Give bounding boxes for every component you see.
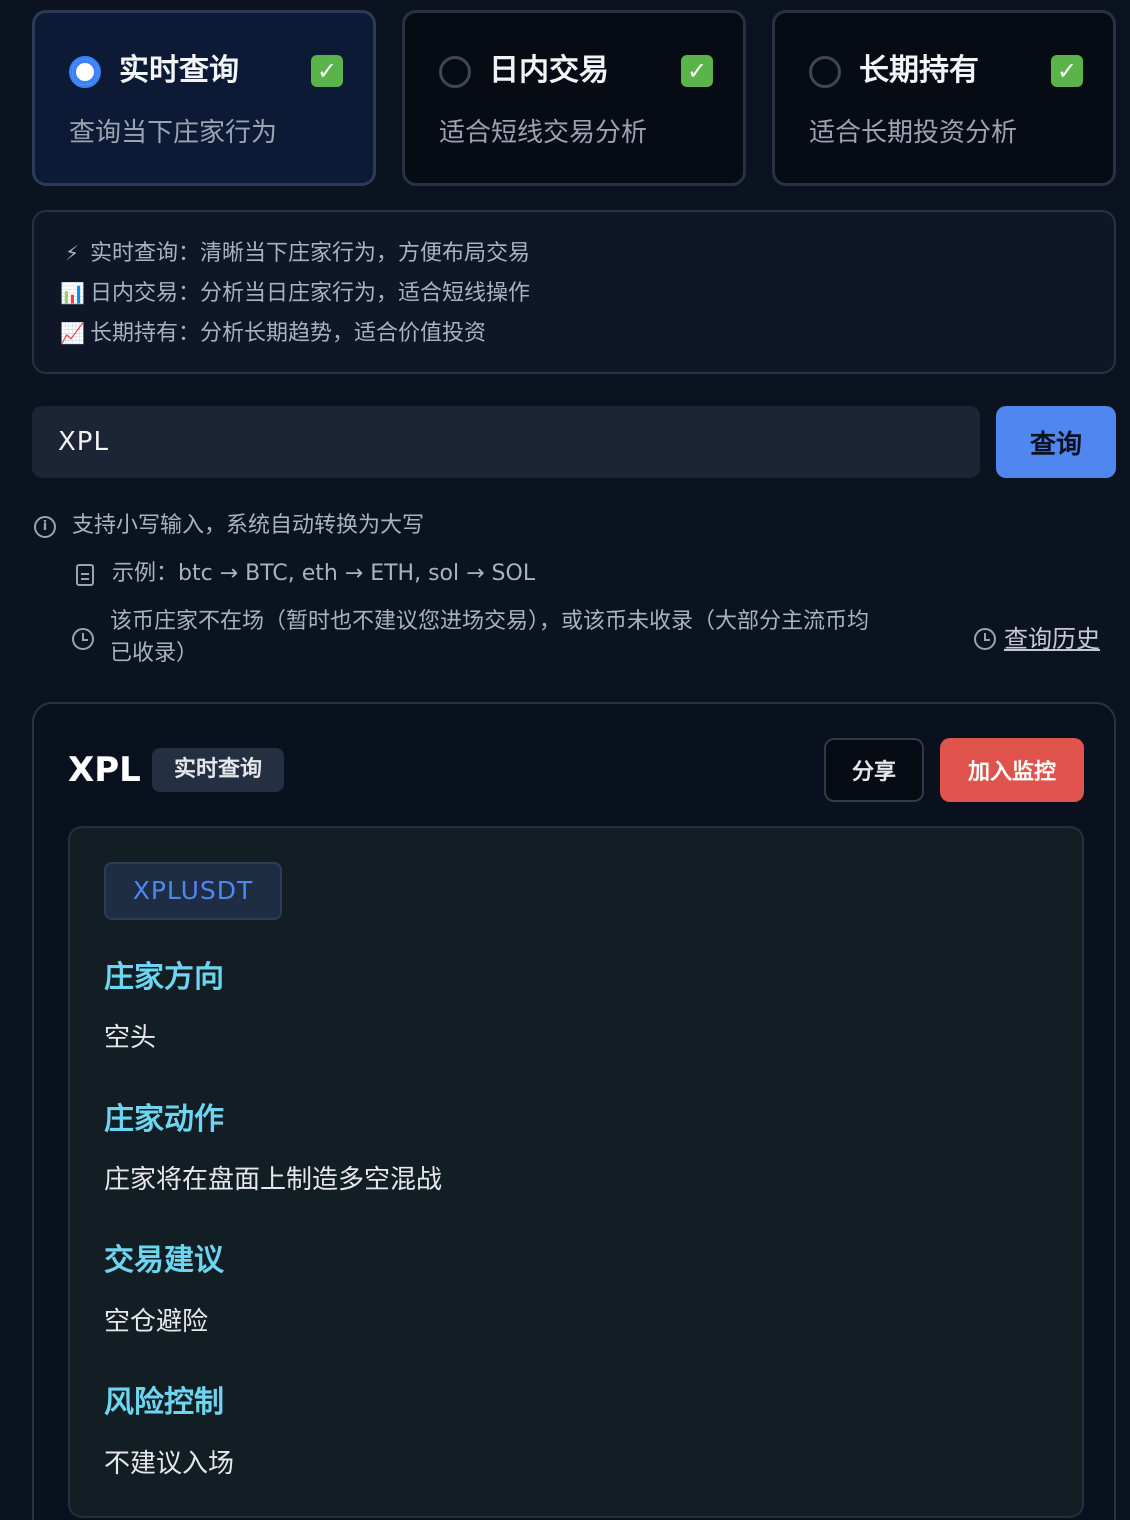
radio-unselected-icon[interactable] — [809, 56, 841, 88]
share-button[interactable]: 分享 — [824, 738, 924, 802]
bar-chart-icon: 📊 — [60, 281, 85, 305]
lightning-icon: ⚡ — [64, 241, 80, 265]
hint-lowercase: 支持小写输入，系统自动转换为大写 — [72, 513, 425, 538]
info-text: 长期持有：分析长期趋势，适合价值投资 — [90, 321, 487, 346]
clock-icon — [72, 628, 94, 650]
info-line-realtime: ⚡ 实时查询：清晰当下庄家行为，方便布局交易 — [60, 238, 530, 269]
check-icon: ✓ — [1051, 55, 1083, 87]
mode-selector: 实时查询 ✓ 查询当下庄家行为 日内交易 ✓ 适合短线交易分析 长期持有 ✓ 适… — [32, 10, 1116, 186]
info-text: 实时查询：清晰当下庄家行为，方便布局交易 — [90, 241, 531, 266]
mode-desc: 查询当下庄家行为 — [69, 118, 278, 148]
section-body-direction: 空头 — [104, 1023, 157, 1053]
section-body-risk: 不建议入场 — [104, 1449, 235, 1479]
history-clock-icon[interactable] — [974, 628, 996, 650]
query-button[interactable]: 查询 — [996, 406, 1116, 478]
add-monitor-button[interactable]: 加入监控 — [940, 738, 1084, 802]
info-icon: i — [34, 516, 56, 538]
mode-card-realtime[interactable]: 实时查询 ✓ 查询当下庄家行为 — [32, 10, 376, 186]
mode-title: 长期持有 — [859, 53, 979, 88]
mode-card-intraday[interactable]: 日内交易 ✓ 适合短线交易分析 — [402, 10, 746, 186]
section-body-action: 庄家将在盘面上制造多空混战 — [104, 1165, 443, 1195]
trading-pair-badge: XPLUSDT — [104, 862, 282, 920]
mode-info-panel: ⚡ 实时查询：清晰当下庄家行为，方便布局交易 📊 日内交易：分析当日庄家行为，适合短… — [32, 210, 1116, 374]
result-symbol: XPL — [68, 750, 141, 790]
mode-desc: 适合长期投资分析 — [809, 118, 1018, 148]
mode-card-longterm[interactable]: 长期持有 ✓ 适合长期投资分析 — [772, 10, 1116, 186]
info-text: 日内交易：分析当日庄家行为，适合短线操作 — [90, 281, 531, 306]
mode-desc: 适合短线交易分析 — [439, 118, 648, 148]
section-title-action: 庄家动作 — [104, 1102, 224, 1137]
section-title-advice: 交易建议 — [104, 1243, 224, 1278]
mode-title: 实时查询 — [119, 53, 239, 88]
check-icon: ✓ — [681, 55, 713, 87]
symbol-search-input[interactable] — [32, 406, 980, 478]
hint-not-listed-line2: 已收录） — [110, 641, 199, 666]
info-line-intraday: 📊 日内交易：分析当日庄家行为，适合短线操作 — [60, 278, 530, 309]
radio-unselected-icon[interactable] — [439, 56, 471, 88]
hint-not-listed-line1: 该币庄家不在场（暂时也不建议您进场交易），或该币未收录（大部分主流币均 — [110, 609, 870, 634]
document-icon — [76, 564, 94, 586]
radio-selected-icon[interactable] — [69, 56, 101, 88]
mode-badge: 实时查询 — [152, 748, 285, 792]
check-icon: ✓ — [311, 55, 343, 87]
info-line-longterm: 📈 长期持有：分析长期趋势，适合价值投资 — [60, 318, 486, 349]
section-title-direction: 庄家方向 — [104, 960, 224, 995]
analysis-box: XPLUSDT 庄家方向 空头 庄家动作 庄家将在盘面上制造多空混战 交易建议 … — [68, 826, 1084, 1518]
trending-up-icon: 📈 — [60, 321, 85, 345]
result-panel: XPL 实时查询 分享 加入监控 XPLUSDT 庄家方向 空头 庄家动作 庄家… — [32, 702, 1116, 1520]
mode-title: 日内交易 — [489, 53, 609, 88]
query-history-link[interactable]: 查询历史 — [1004, 622, 1100, 656]
hint-example: 示例：btc → BTC, eth → ETH, sol → SOL — [112, 561, 536, 586]
section-title-risk: 风险控制 — [104, 1385, 224, 1420]
section-body-advice: 空仓避险 — [104, 1307, 209, 1337]
